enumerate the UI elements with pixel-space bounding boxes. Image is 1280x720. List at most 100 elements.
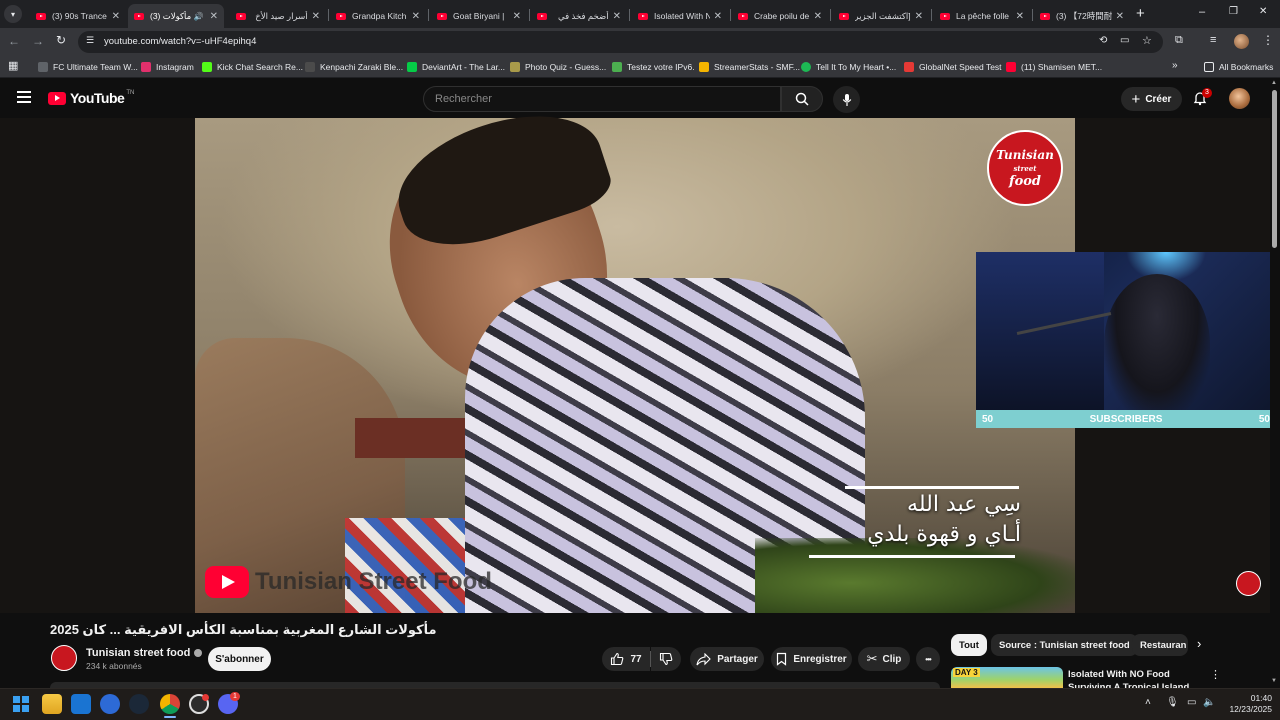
recommendation-thumbnail[interactable]: DAY 3 [951, 667, 1063, 688]
taskbar-clock[interactable]: 01:40 12/23/2025 [1222, 693, 1272, 715]
browser-tab[interactable]: Crabe poilu de ✕ [732, 4, 828, 28]
scroll-down-arrow-icon[interactable]: ▼ [1271, 678, 1277, 684]
close-tab-icon[interactable]: ✕ [210, 11, 218, 22]
chip-restaurants[interactable]: Restauran [1132, 634, 1188, 656]
close-tab-icon[interactable]: ✕ [1116, 11, 1124, 22]
youtube-favicon-icon [638, 12, 648, 20]
scroll-up-arrow-icon[interactable]: ▲ [1271, 80, 1277, 86]
all-bookmarks-button[interactable]: All Bookmarks [1204, 60, 1273, 74]
steam-icon[interactable] [129, 694, 149, 714]
forward-arrow-icon[interactable]: → [32, 34, 44, 48]
new-tab-button[interactable]: + [1136, 5, 1145, 22]
profile-avatar[interactable] [1234, 34, 1249, 49]
voice-search-button[interactable] [833, 86, 860, 113]
video-watermark: Tunisian Street Food [205, 566, 492, 598]
share-button[interactable]: Partager [690, 647, 764, 671]
bookmark-item[interactable]: FC Ultimate Team W... [38, 60, 138, 74]
browser-tab[interactable]: أسرار صيد الأخ ✕ [230, 4, 326, 28]
channel-avatar[interactable] [51, 645, 77, 671]
bookmark-item[interactable]: StreamerStats - SMF... [699, 60, 800, 74]
bookmark-star-icon[interactable]: ☆ [1142, 34, 1152, 47]
tray-display-icon[interactable]: ▭ [1187, 697, 1196, 708]
notifications-button[interactable]: 3 [1192, 88, 1212, 110]
close-tab-icon[interactable]: ✕ [112, 11, 120, 22]
chip-source-channel[interactable]: Source : Tunisian street food [991, 634, 1138, 656]
close-window-button[interactable]: ✕ [1259, 6, 1267, 17]
bookmark-item[interactable]: DeviantArt - The Lar... [407, 60, 505, 74]
search-input[interactable]: Rechercher [423, 86, 781, 112]
bookmark-item[interactable]: Tell It To My Heart •... [801, 60, 896, 74]
scrollbar-thumb[interactable] [1272, 90, 1277, 248]
bookmark-item[interactable]: Kick Chat Search Re... [202, 60, 303, 74]
bookmark-item[interactable]: Photo Quiz - Guess... [510, 60, 606, 74]
bookmark-item[interactable]: Instagram [141, 60, 194, 74]
url-text[interactable]: youtube.com/watch?v=-uHF4epihq4 [104, 36, 256, 47]
tray-volume-icon[interactable]: 🔈 [1203, 697, 1215, 708]
bookmark-item[interactable]: (11) Shamisen MET... [1006, 60, 1102, 74]
tab-list-icon[interactable]: ≡ [1210, 34, 1216, 46]
file-explorer-icon[interactable] [42, 694, 62, 714]
streamer-webcam-overlay [976, 252, 1280, 428]
save-button[interactable]: Enregistrer [771, 647, 852, 671]
site-info-icon[interactable]: ☰ [86, 35, 94, 46]
hamburger-menu-icon[interactable] [17, 91, 31, 103]
close-tab-icon[interactable]: ✕ [1016, 11, 1024, 22]
browser-tab-active[interactable]: (3) مأكولات 🔊 ✕ [128, 4, 224, 28]
more-actions-button[interactable]: ••• [916, 647, 940, 671]
translate-icon[interactable]: ⟲ [1099, 35, 1107, 46]
browser-tab[interactable]: (3) 【72時間耐 ✕ [1034, 4, 1130, 28]
browser-tab[interactable]: [اكتشفت الجزير ✕ [833, 4, 929, 28]
bookmark-item[interactable]: GlobalNet Speed Test [904, 60, 1002, 74]
extensions-icon[interactable]: ⧉ [1175, 34, 1183, 47]
close-tab-icon[interactable]: ✕ [513, 11, 521, 22]
outlook-icon[interactable] [71, 694, 91, 714]
chrome-icon[interactable] [160, 694, 180, 714]
browser-tab[interactable]: أضخم فخذ في ✕ [531, 4, 627, 28]
cast-icon[interactable]: ▭ [1120, 35, 1129, 46]
like-button[interactable]: 77 [602, 647, 650, 671]
more-bookmarks-chevron-icon[interactable]: » [1172, 60, 1178, 71]
close-tab-icon[interactable]: ✕ [412, 11, 420, 22]
close-tab-icon[interactable]: ✕ [814, 11, 822, 22]
recommendation-more-icon[interactable]: ⋮ [1210, 668, 1221, 681]
tray-microphone-icon[interactable]: 🎙 [1166, 697, 1179, 708]
dislike-button[interactable] [651, 647, 681, 671]
browser-tab[interactable]: La pêche folle ✕ [934, 4, 1030, 28]
bookmark-item[interactable]: Testez votre IPv6. [612, 60, 695, 74]
browser-tab[interactable]: Isolated With N ✕ [632, 4, 728, 28]
close-tab-icon[interactable]: ✕ [312, 11, 320, 22]
youtube-logo[interactable]: YouTube TN [48, 90, 134, 106]
close-tab-icon[interactable]: ✕ [915, 11, 923, 22]
tab-search-button[interactable]: ▾ [4, 5, 22, 23]
clip-button[interactable]: ✂ Clip [858, 647, 910, 671]
video-frame[interactable]: Tunisian street food سِي عبد الله أـاي و… [195, 93, 1075, 613]
reload-icon[interactable]: ↻ [56, 33, 66, 47]
recommendation-title[interactable]: Isolated With NO Food Surviving A Tropic… [1068, 668, 1208, 688]
speaker-icon[interactable]: 🔊 [194, 12, 204, 21]
caption-bottom-rule [809, 555, 1015, 558]
channel-name[interactable]: Tunisian street food [86, 647, 203, 659]
bookmark-item[interactable]: Kenpachi Zaraki Ble... [305, 60, 403, 74]
create-button[interactable]: + Créer [1121, 87, 1182, 111]
apps-grid-icon[interactable]: ▦ [8, 59, 18, 72]
video-title: مأكولات الشارع المغربية بمناسبة الكأس ال… [50, 622, 437, 637]
room-left-panel-shape [976, 252, 1104, 428]
account-avatar[interactable] [1229, 88, 1250, 109]
windows-start-icon[interactable] [13, 696, 29, 712]
subscribe-button[interactable]: S'abonner [208, 647, 271, 671]
chips-next-chevron-icon[interactable]: › [1197, 636, 1201, 651]
close-tab-icon[interactable]: ✕ [613, 11, 621, 22]
back-arrow-icon[interactable]: ← [8, 34, 20, 48]
browser-menu-icon[interactable]: ⋮ [1262, 33, 1274, 47]
minimize-window-button[interactable]: – [1199, 6, 1205, 18]
restore-window-button[interactable]: ❐ [1229, 6, 1238, 17]
channel-watermark-badge[interactable] [1236, 571, 1261, 596]
browser-tab[interactable]: (3) 90s Trance ✕ [30, 4, 126, 28]
search-button[interactable] [781, 86, 823, 112]
xbox-app-icon[interactable] [100, 694, 120, 714]
browser-tab[interactable]: Grandpa Kitch ✕ [330, 4, 426, 28]
close-tab-icon[interactable]: ✕ [714, 11, 722, 22]
chip-all[interactable]: Tout [951, 634, 987, 656]
browser-tab[interactable]: Goat Biryani | ✕ [431, 4, 527, 28]
tray-overflow-chevron-icon[interactable]: ˄ [1145, 697, 1151, 708]
